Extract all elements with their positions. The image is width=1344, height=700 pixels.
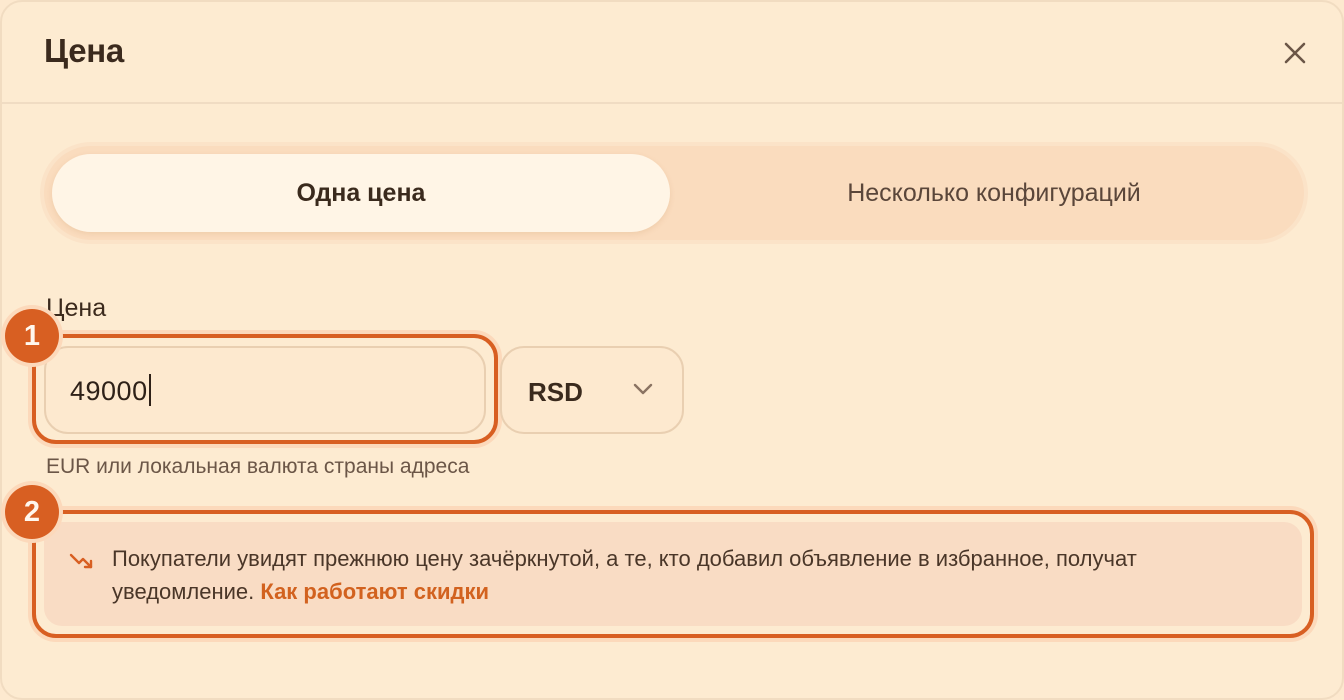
annotation-badge-1: 1 [5,309,59,363]
price-input[interactable]: 49000 [44,346,486,434]
trend-down-icon [69,553,93,569]
close-button[interactable] [1278,36,1312,70]
currency-select[interactable]: RSD [500,346,684,434]
dialog-header: Цена [2,2,1342,104]
tab-multiple-configurations[interactable]: Несколько конфигураций [684,154,1304,232]
currency-value: RSD [528,377,583,407]
chevron-down-icon [633,383,653,395]
tab-single-price[interactable]: Одна цена [52,154,670,232]
discount-help-link[interactable]: Как работают скидки [260,579,489,604]
discount-notice: Покупатели увидят прежнюю цену зачёркнут… [44,522,1302,626]
price-field-label: Цена [46,294,107,322]
dialog-title: Цена [44,32,124,69]
pricing-mode-toggle: Одна цена Несколько конфигураций [44,146,1304,240]
close-icon [1284,42,1306,64]
text-caret [148,374,151,406]
annotation-badge-2: 2 [5,485,59,539]
price-helper-text: EUR или локальная валюта страны адреса [46,455,470,478]
price-dialog: Цена Одна цена Несколько конфигураций Це… [0,0,1344,700]
price-input-value: 49000 [70,376,148,406]
